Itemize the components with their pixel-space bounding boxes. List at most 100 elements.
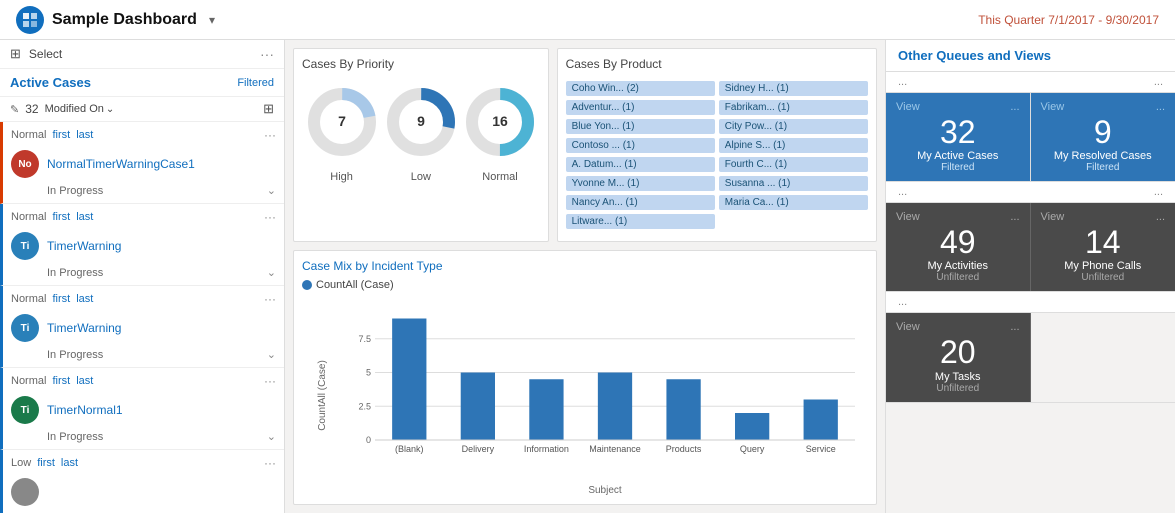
y-axis-label: CountAll (Case) <box>302 295 342 496</box>
queue-more-icon[interactable]: ... <box>1010 101 1019 113</box>
product-tag[interactable]: Sidney H... (1) <box>719 81 868 96</box>
queue-more-icon[interactable]: ... <box>1010 321 1019 333</box>
edit-icon[interactable]: ✎ <box>10 103 19 116</box>
queue-filter: Unfiltered <box>896 383 1020 394</box>
incident-chart-title: Case Mix by Incident Type <box>302 259 868 273</box>
case-link-first[interactable]: first <box>52 129 70 141</box>
select-button[interactable]: Select <box>29 47 62 61</box>
case-more-icon[interactable]: ··· <box>264 210 276 224</box>
product-tag[interactable]: Adventur... (1) <box>566 100 715 115</box>
queue-more-icon[interactable]: ... <box>1010 211 1019 223</box>
case-link-last[interactable]: last <box>76 211 93 223</box>
page-title: Sample Dashboard <box>52 11 197 29</box>
donut-labels-row: HighLowNormal <box>302 167 540 183</box>
case-expand-icon[interactable]: ⌄ <box>267 266 276 279</box>
product-tag[interactable]: A. Datum... (1) <box>566 157 715 172</box>
list-item: Normal first last ··· No NormalTimerWarn… <box>0 122 284 204</box>
case-link-last[interactable]: last <box>76 129 93 141</box>
product-chart-title: Cases By Product <box>566 57 868 71</box>
queue-more-icon[interactable]: ... <box>1156 211 1165 223</box>
view-toggle-icon[interactable]: ⊞ <box>263 101 274 117</box>
queue-row: View ... 20 My Tasks Unfiltered <box>886 313 1175 402</box>
case-name[interactable]: TimerWarning <box>47 321 276 335</box>
queue-view-link[interactable]: View <box>896 101 920 113</box>
svg-text:Service: Service <box>806 444 836 454</box>
queue-name: My Phone Calls <box>1041 260 1166 272</box>
case-more-icon[interactable]: ··· <box>264 128 276 142</box>
product-tag[interactable]: Yvonne M... (1) <box>566 176 715 191</box>
queue-name: My Active Cases <box>896 150 1020 162</box>
incident-chart-card: Case Mix by Incident Type CountAll (Case… <box>293 250 877 505</box>
case-more-icon[interactable]: ··· <box>264 374 276 388</box>
avatar: Ti <box>11 232 39 260</box>
case-name[interactable]: TimerNormal1 <box>47 403 276 417</box>
svg-text:7.5: 7.5 <box>358 334 371 344</box>
queue-count: 32 <box>896 115 1020 150</box>
queue-dots-row: ...... <box>886 182 1175 203</box>
right-panel: Other Queues and Views ...... View ... 3… <box>885 40 1175 513</box>
queue-view-link[interactable]: View <box>1041 211 1065 223</box>
case-link-first[interactable]: first <box>52 293 70 305</box>
list-item: Low first last ··· ⌄ <box>0 450 284 513</box>
product-tag[interactable]: City Pow... (1) <box>719 119 868 134</box>
case-expand-icon[interactable]: ⌄ <box>267 184 276 197</box>
queue-filter: Filtered <box>1041 162 1166 173</box>
product-tag[interactable]: Blue Yon... (1) <box>566 119 715 134</box>
donut-svg: 16 <box>465 87 535 157</box>
queue-dots[interactable]: ... <box>1154 186 1163 198</box>
queue-name: My Resolved Cases <box>1041 150 1166 162</box>
queue-dots[interactable]: ... <box>898 186 907 198</box>
queue-more-icon[interactable]: ... <box>1156 101 1165 113</box>
case-expand-icon[interactable]: ⌄ <box>267 348 276 361</box>
product-tag[interactable]: Alpine S... (1) <box>719 138 868 153</box>
queue-cell: View ... 9 My Resolved Cases Filtered <box>1031 93 1175 181</box>
toolbar-more-icon[interactable]: ··· <box>260 46 274 62</box>
case-name[interactable]: TimerWarning <box>47 239 276 253</box>
queue-view-link[interactable]: View <box>896 211 920 223</box>
queue-dots[interactable]: ... <box>898 296 907 308</box>
cases-list: Normal first last ··· No NormalTimerWarn… <box>0 122 284 513</box>
product-tag[interactable]: Litware... (1) <box>566 214 715 229</box>
case-name[interactable]: NormalTimerWarningCase1 <box>47 157 276 171</box>
case-links: first last <box>52 293 93 305</box>
case-body <box>3 476 284 510</box>
app-logo <box>16 6 44 34</box>
queue-cell-header: View ... <box>896 211 1020 223</box>
middle-panel: Cases By Priority 7 9 16 HighLowNormal C… <box>285 40 885 513</box>
case-more-icon[interactable]: ··· <box>264 456 276 470</box>
product-tag[interactable]: Nancy An... (1) <box>566 195 715 210</box>
case-priority: Low <box>11 457 31 469</box>
case-link-first[interactable]: first <box>52 375 70 387</box>
product-tag[interactable]: Coho Win... (2) <box>566 81 715 96</box>
svg-text:Maintenance: Maintenance <box>589 444 641 454</box>
donut-chart: 7 <box>307 87 377 157</box>
queue-view-link[interactable]: View <box>1041 101 1065 113</box>
product-tag[interactable]: Maria Ca... (1) <box>719 195 868 210</box>
case-more-icon[interactable]: ··· <box>264 292 276 306</box>
product-tag[interactable]: Contoso ... (1) <box>566 138 715 153</box>
case-link-last[interactable]: last <box>76 293 93 305</box>
queue-cell-header: View ... <box>896 101 1020 113</box>
modified-on-sort[interactable]: Modified On ⌄ <box>45 103 115 115</box>
case-expand-icon[interactable]: ⌄ <box>267 430 276 443</box>
svg-text:7: 7 <box>338 113 346 129</box>
queue-filter: Unfiltered <box>896 272 1020 283</box>
avatar: No <box>11 150 39 178</box>
case-link-last[interactable]: last <box>76 375 93 387</box>
queue-filter: Filtered <box>896 162 1020 173</box>
product-tag[interactable]: Fourth C... (1) <box>719 157 868 172</box>
queue-dots[interactable]: ... <box>898 76 907 88</box>
product-tag[interactable]: Fabrikam... (1) <box>719 100 868 115</box>
active-cases-header: Active Cases Filtered <box>0 69 284 97</box>
queue-dots[interactable]: ... <box>1154 76 1163 88</box>
product-chart-card: Cases By Product Coho Win... (2) Sidney H… <box>557 48 877 242</box>
case-body: Ti TimerWarning <box>3 230 284 264</box>
case-link-last[interactable]: last <box>61 457 78 469</box>
queue-count: 20 <box>896 335 1020 370</box>
product-tag[interactable]: Susanna ... (1) <box>719 176 868 191</box>
title-chevron-icon[interactable]: ▾ <box>209 13 215 27</box>
queue-view-link[interactable]: View <box>896 321 920 333</box>
case-link-first[interactable]: first <box>37 457 55 469</box>
case-link-first[interactable]: first <box>52 211 70 223</box>
avatar: Ti <box>11 396 39 424</box>
